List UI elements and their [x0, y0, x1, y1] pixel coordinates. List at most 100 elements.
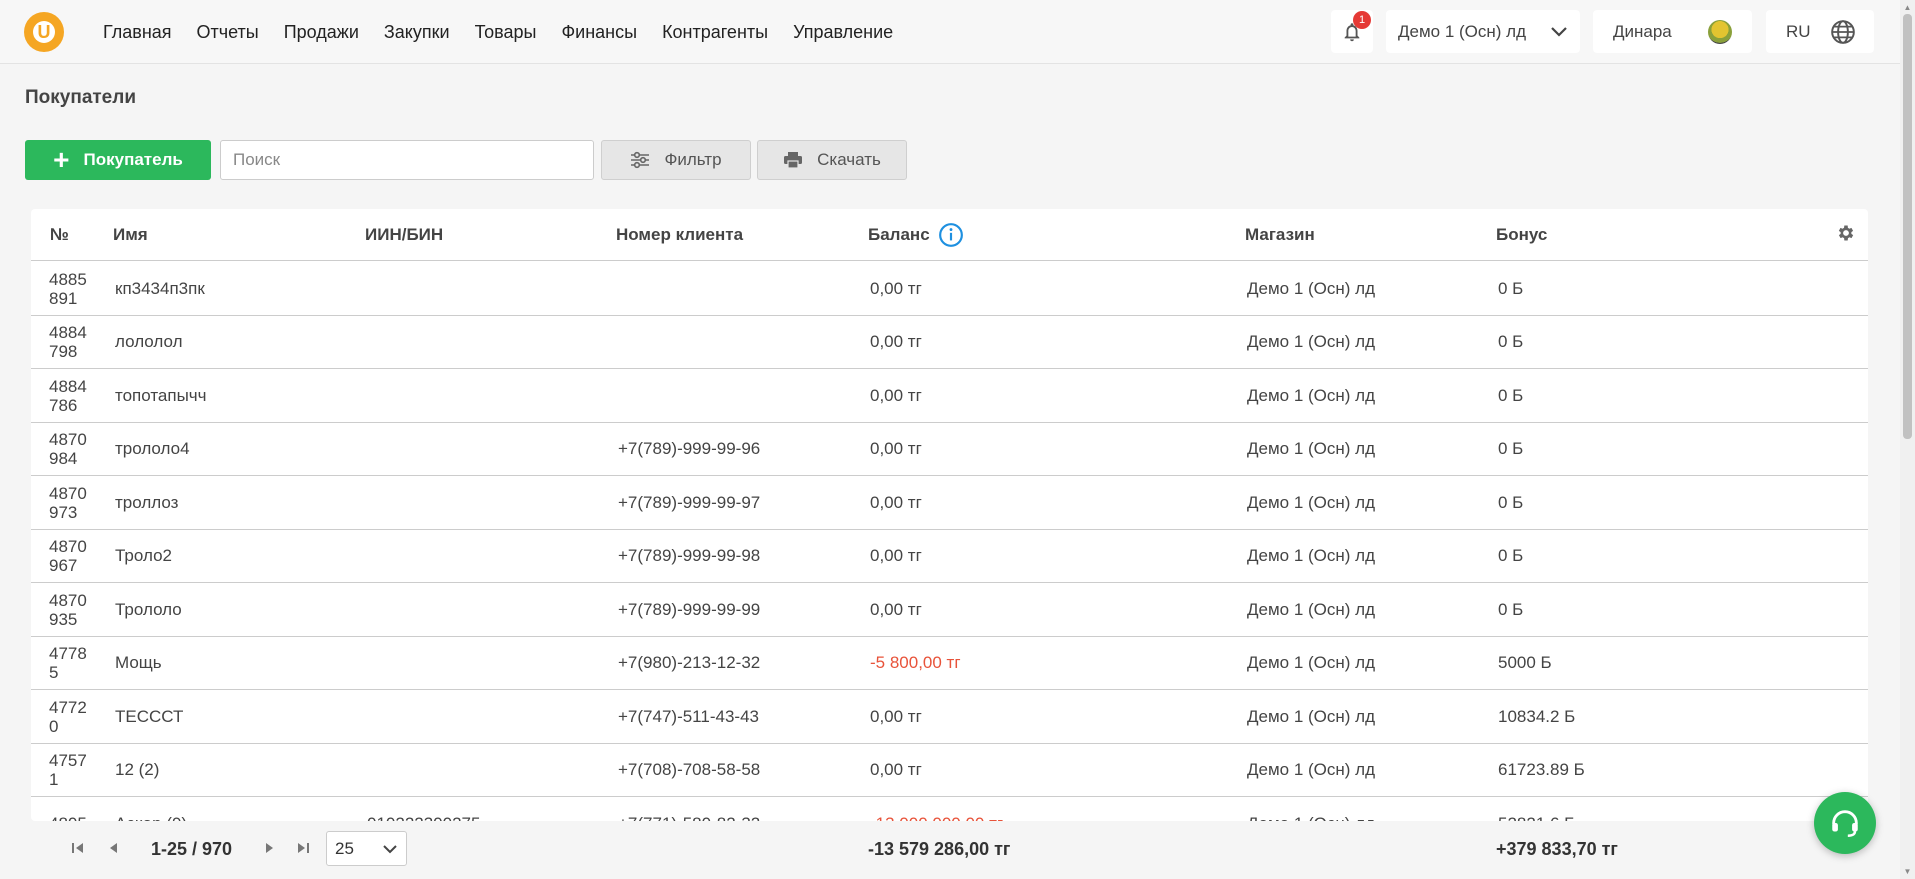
cell-bonus: 10834.2 Б [1498, 706, 1576, 726]
first-page-icon[interactable] [71, 841, 85, 855]
table-row[interactable]: 47785 Мощь +7(980)-213-12-32 -5 800,00 тг Де… [31, 637, 1868, 690]
total-balance: -13 579 286,00 тг [868, 839, 1011, 859]
headset-icon [1832, 810, 1858, 838]
cell-name: Троло2 [115, 546, 172, 565]
nav-item-finance[interactable]: Финансы [561, 22, 637, 43]
add-customer-label: Покупатель [83, 150, 183, 169]
search-input[interactable] [220, 140, 594, 180]
cell-bonus: 0 Б [1498, 385, 1524, 405]
table-body: 4885891 кп3434п3пк 0,00 тг Демо 1 (Осн) лд 0… [31, 262, 1868, 821]
cell-store: Демо 1 (Осн) лд [1247, 385, 1376, 405]
cell-no: 4884798 [49, 323, 87, 361]
cell-store: Демо 1 (Осн) лд [1247, 760, 1376, 779]
cell-store: Демо 1 (Осн) лд [1247, 546, 1376, 565]
column-header-no[interactable]: № [50, 209, 69, 261]
cell-phone: +7(708)-708-58-58 [618, 760, 761, 779]
cell-balance: 0,00 тг [870, 760, 922, 779]
cell-bonus: 0 Б [1498, 599, 1524, 619]
notifications-button[interactable]: 1 [1331, 10, 1373, 53]
cell-no: 4885891 [49, 269, 87, 308]
plus-icon: + [53, 144, 70, 175]
nav-item-contractors[interactable]: Контрагенты [662, 22, 768, 43]
nav-item-products[interactable]: Товары [475, 22, 537, 43]
cell-no: 4870984 [49, 430, 87, 468]
last-page-icon[interactable] [296, 841, 310, 855]
nav-item-home[interactable]: Главная [103, 22, 172, 43]
gear-icon[interactable] [1836, 223, 1856, 243]
store-selector-label: Демо 1 (Осн) лд [1398, 21, 1527, 41]
nav-item-reports[interactable]: Отчеты [197, 22, 259, 43]
cell-phone: +7(789)-999-99-96 [618, 439, 761, 458]
support-chat-button[interactable] [1814, 792, 1876, 854]
table-row[interactable]: 4870935 Трололо +7(789)-999-99-99 0,00 тг Де… [31, 583, 1868, 637]
cell-balance: 0,00 тг [870, 599, 922, 619]
table-row[interactable]: 4870984 трололо4 +7(789)-999-99-96 0,00 тг Д… [31, 423, 1868, 476]
column-header-bonus[interactable]: Бонус [1496, 209, 1547, 261]
column-header-name[interactable]: Имя [113, 209, 148, 261]
cell-balance: 0,00 тг [870, 492, 922, 512]
table-row[interactable]: 4805 Аскар (9) 010222300275 +7(771)-580-82-… [31, 797, 1868, 822]
table-row[interactable]: 4884798 лололол 0,00 тг Демо 1 (Осн) лд 0 Б [31, 316, 1868, 369]
cell-phone: +7(789)-999-99-99 [618, 599, 761, 619]
cell-balance: 0,00 тг [870, 278, 922, 298]
table-row[interactable]: 4870973 троллоз +7(789)-999-99-97 0,00 тг Де… [31, 476, 1868, 530]
cell-store: Демо 1 (Осн) лд [1247, 599, 1376, 619]
store-selector[interactable]: Демо 1 (Осн) лд [1386, 10, 1580, 53]
cell-name: Аскар (9) [115, 797, 187, 822]
cell-no: 47720 [49, 697, 87, 736]
next-page-icon[interactable] [264, 841, 276, 855]
column-header-iin[interactable]: ИИН/БИН [365, 209, 443, 261]
cell-phone: +7(771)-580-82-32 [618, 797, 760, 822]
cell-store: Демо 1 (Осн) лд [1247, 439, 1376, 458]
prev-page-icon[interactable] [107, 841, 119, 855]
cell-bonus: 0 Б [1498, 278, 1524, 298]
column-header-phone[interactable]: Номер клиента [616, 209, 743, 261]
app-logo[interactable]: U [24, 12, 64, 52]
cell-store: Демо 1 (Осн) лд [1247, 706, 1376, 726]
scroll-thumb[interactable] [1903, 14, 1912, 439]
download-button[interactable]: Скачать [757, 140, 907, 180]
cell-no: 4884786 [49, 376, 87, 415]
sliders-icon [631, 151, 650, 169]
notification-badge: 1 [1353, 11, 1371, 29]
filter-button[interactable]: Фильтр [601, 140, 751, 180]
table-row[interactable]: 47571 12 (2) +7(708)-708-58-58 0,00 тг Демо … [31, 744, 1868, 797]
cell-bonus: 61723.89 Б [1498, 760, 1585, 779]
page-title: Покупатели [25, 87, 137, 108]
column-header-store[interactable]: Магазин [1245, 209, 1315, 261]
scroll-down-icon[interactable]: ▼ [1903, 867, 1912, 876]
user-menu[interactable]: Динара [1593, 10, 1752, 53]
cell-balance: -5 800,00 тг [870, 653, 961, 672]
nav-item-sales[interactable]: Продажи [284, 22, 359, 43]
scroll-up-icon[interactable]: ▲ [1903, 3, 1912, 12]
cell-no: 4805 [49, 797, 94, 821]
page-scrollbar[interactable]: ▲ ▼ [1900, 0, 1915, 879]
user-name: Динара [1613, 21, 1672, 41]
cell-name: кп3434п3пк [115, 278, 205, 298]
cell-name: топотапычч [115, 385, 207, 405]
column-header-balance[interactable]: Баланс [868, 209, 964, 261]
nav-item-management[interactable]: Управление [793, 22, 893, 43]
add-customer-button[interactable]: + Покупатель [25, 140, 211, 180]
cell-bonus: 0 Б [1498, 492, 1524, 512]
page-size-select[interactable]: 25 [326, 831, 407, 866]
cell-no: 47785 [49, 644, 87, 682]
cell-no: 47571 [49, 751, 87, 789]
nav-item-purchases[interactable]: Закупки [384, 22, 450, 43]
cell-name: 12 (2) [115, 760, 160, 779]
cell-store: Демо 1 (Осн) лд [1247, 797, 1375, 822]
table-row[interactable]: 4885891 кп3434п3пк 0,00 тг Демо 1 (Осн) лд 0… [31, 262, 1868, 316]
table-row[interactable]: 4870967 Троло2 +7(789)-999-99-98 0,00 тг Дем… [31, 530, 1868, 583]
cell-bonus: 0 Б [1498, 439, 1524, 458]
cell-name: троллоз [115, 492, 179, 512]
table-row[interactable]: 47720 ТЕСССТ +7(747)-511-43-43 0,00 тг Демо … [31, 690, 1868, 744]
cell-no: 4870935 [49, 590, 87, 629]
printer-icon [784, 152, 803, 169]
info-icon[interactable] [938, 222, 964, 248]
table-row[interactable]: 4884786 топотапычч 0,00 тг Демо 1 (Осн) лд 0… [31, 369, 1868, 423]
cell-balance: -13 000 000,00 тг [870, 797, 1003, 822]
cell-balance: 0,00 тг [870, 546, 922, 565]
language-selector[interactable]: RU [1766, 10, 1874, 53]
cell-balance: 0,00 тг [870, 706, 922, 726]
cell-store: Демо 1 (Осн) лд [1247, 332, 1376, 351]
